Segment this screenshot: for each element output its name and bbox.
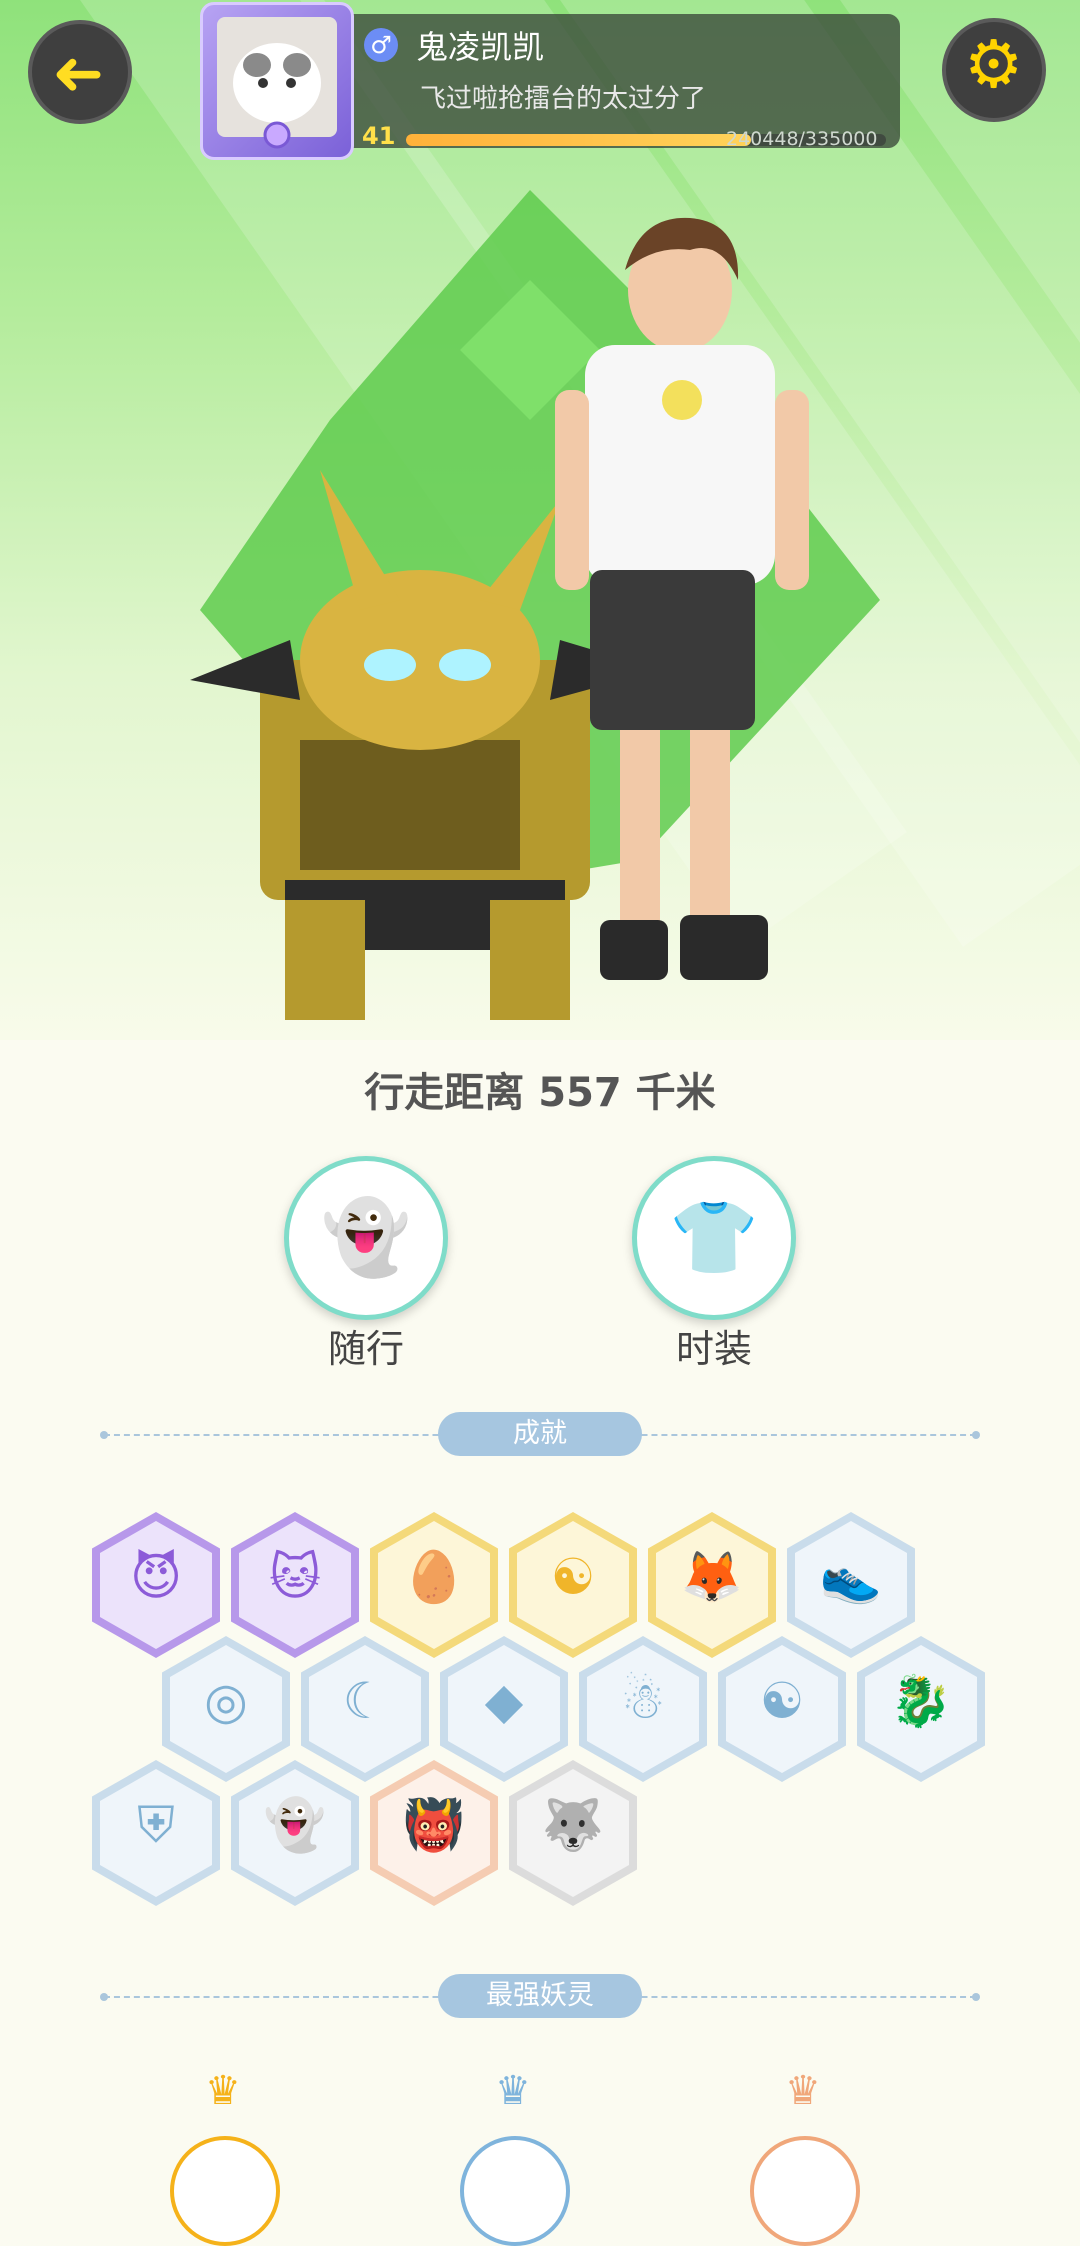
character-model[interactable] <box>0 0 1080 1040</box>
achievement-badge[interactable]: ☾ <box>301 1636 429 1782</box>
fashion-button[interactable]: 👕 <box>632 1156 796 1320</box>
player-name: 鬼凌凯凯 <box>416 28 545 66</box>
cat-photo-icon <box>217 17 337 149</box>
silver-crown-icon: ♛ <box>495 2068 531 2114</box>
sneaker-icon: 👟 <box>819 1548 883 1606</box>
achievement-badge[interactable]: ◆ <box>440 1636 568 1782</box>
shield-icon: ⛨ <box>137 1796 175 1854</box>
achievement-badge[interactable]: ☯ <box>509 1512 637 1658</box>
gold-crown-icon: ♛ <box>205 2068 241 2114</box>
wolf-icon: 🐺 <box>541 1796 605 1854</box>
achievement-badge[interactable]: ☃ <box>579 1636 707 1782</box>
egg-icon: 🥚 <box>402 1548 466 1606</box>
achievement-badge[interactable]: 😈 <box>92 1512 220 1658</box>
male-icon: ♂ <box>364 28 398 62</box>
spirit-portrait[interactable] <box>170 2136 280 2246</box>
demon-icon: 👹 <box>402 1796 466 1854</box>
character-showcase <box>0 0 1080 1040</box>
arrow-left-icon: ➜ <box>52 36 104 109</box>
level-badge: 41 <box>362 122 396 150</box>
exp-text: 240448/335000 <box>726 128 878 150</box>
fashion-label[interactable]: 时装 <box>614 1318 814 1373</box>
spirit-portrait[interactable] <box>750 2136 860 2246</box>
dragon-fish-icon: 🐉 <box>889 1672 953 1730</box>
achievements-title: 成就 <box>438 1412 642 1456</box>
exp-bar-fill <box>406 134 751 146</box>
climber-icon: ☃ <box>620 1672 666 1730</box>
achievement-badge[interactable]: 🐺 <box>509 1760 637 1906</box>
gear-icon: ⚙ <box>964 26 1024 103</box>
achievement-badge[interactable]: ⛨ <box>92 1760 220 1906</box>
strongest-spirit-title: 最强妖灵 <box>438 1974 642 2018</box>
achievement-badge[interactable]: ☯ <box>718 1636 846 1782</box>
achievement-badge[interactable]: 🐱 <box>231 1512 359 1658</box>
back-button[interactable]: ➜ <box>28 20 132 124</box>
devil-face-icon: 😈 <box>129 1548 183 1606</box>
achievement-badge[interactable]: 👹 <box>370 1760 498 1906</box>
ghost-icon: 👻 <box>263 1796 327 1854</box>
crystal-icon: ◆ <box>484 1672 524 1730</box>
achievement-badge[interactable]: 👻 <box>231 1760 359 1906</box>
spirit-portrait[interactable] <box>460 2136 570 2246</box>
moon-icon: ☾ <box>342 1672 388 1730</box>
fox-spirit-icon: 🦊 <box>680 1548 744 1606</box>
cart-cat-icon: 🐱 <box>268 1548 322 1606</box>
achievement-badge[interactable]: 🦊 <box>648 1512 776 1658</box>
companion-label[interactable]: 随行 <box>266 1318 466 1373</box>
ghost-companion-icon: 👻 <box>321 1195 411 1279</box>
yinyang-swirl-icon: ☯ <box>550 1548 596 1606</box>
achievement-badge[interactable]: 👟 <box>787 1512 915 1658</box>
companion-button[interactable]: 👻 <box>284 1156 448 1320</box>
avatar[interactable] <box>200 2 354 160</box>
settings-button[interactable]: ⚙ <box>942 18 1046 122</box>
achievement-badge[interactable]: 🐉 <box>857 1636 985 1782</box>
achievement-badge[interactable]: ◎ <box>162 1636 290 1782</box>
walking-distance: 行走距离 557 千米 <box>364 1070 716 1116</box>
shirt-icon: 👕 <box>669 1195 759 1279</box>
player-signature: 飞过啦抢擂台的太过分了 <box>420 84 707 114</box>
yinyang-book-icon: ☯ <box>759 1672 805 1730</box>
achievement-badge[interactable]: 🥚 <box>370 1512 498 1658</box>
compass-icon: ◎ <box>204 1672 248 1730</box>
bronze-crown-icon: ♛ <box>785 2068 821 2114</box>
